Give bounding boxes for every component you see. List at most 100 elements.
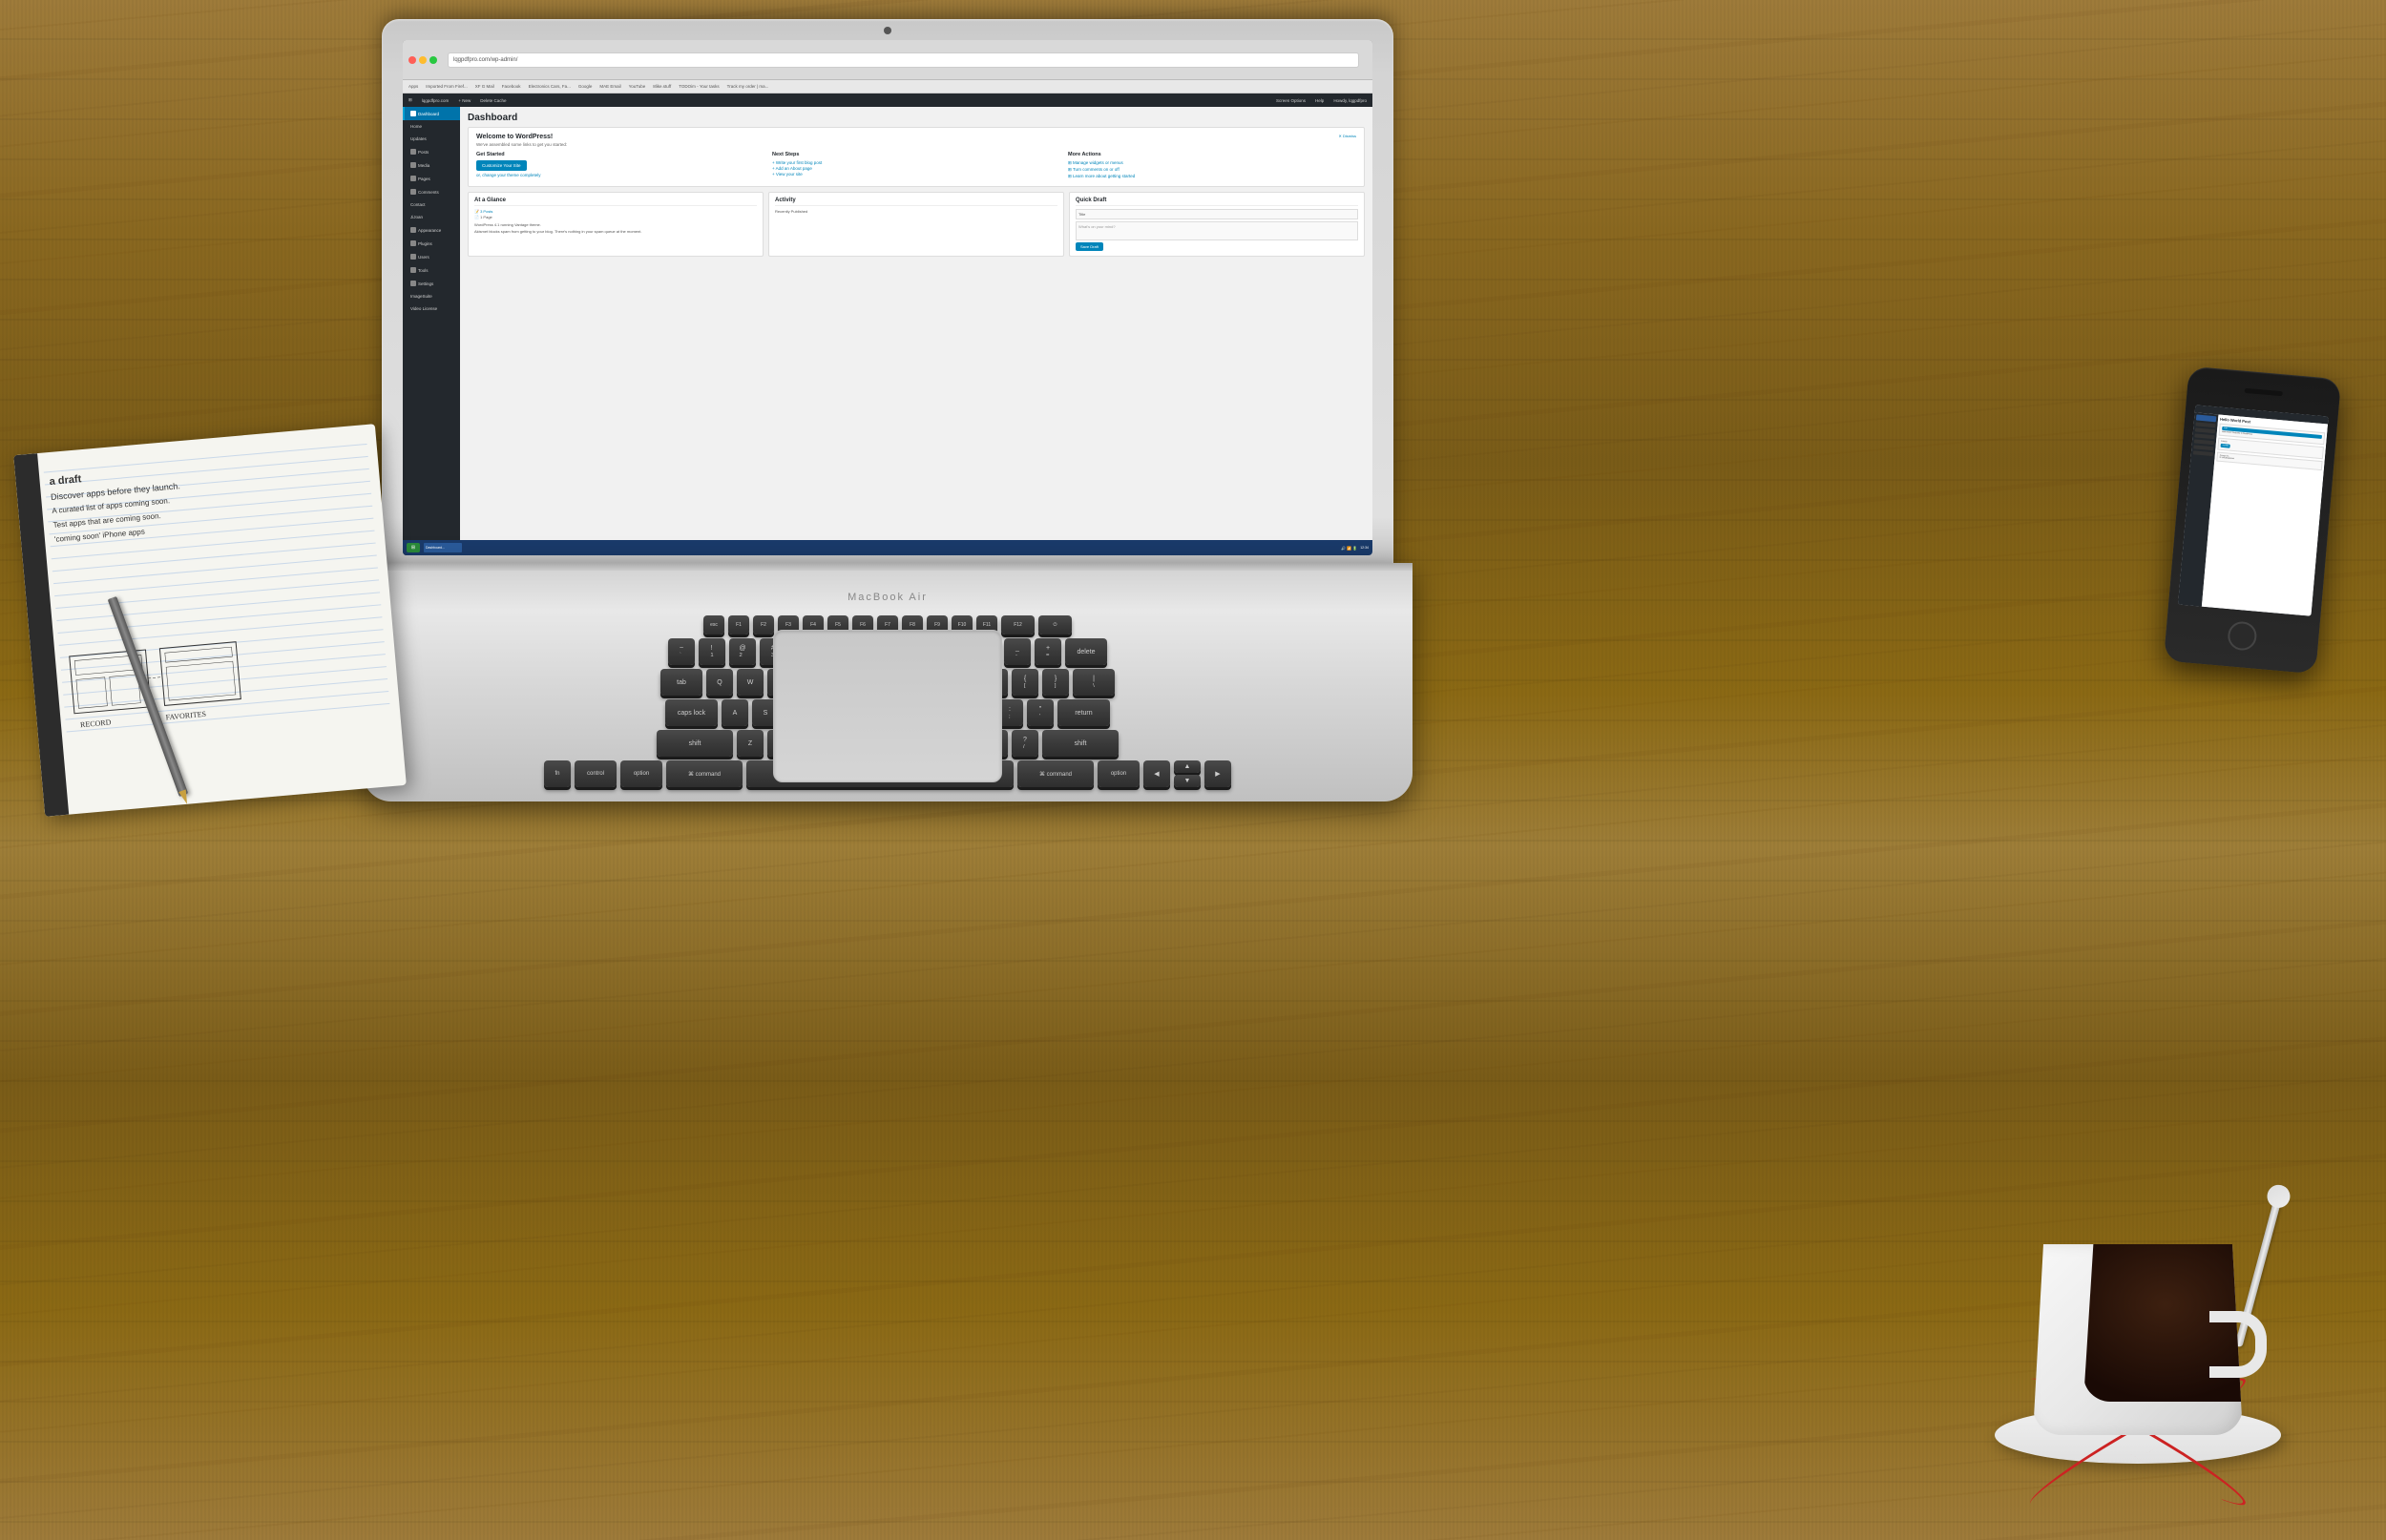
key-tab[interactable]: tab [660,669,702,696]
sidebar-label-dashboard: Dashboard [418,112,439,116]
more-actions-col: More Actions ⊞ Manage widgets or menus ⊞… [1068,152,1356,180]
sidebar-item-pages[interactable]: Pages [403,172,460,185]
bookmark-electronics[interactable]: Electronics Cars, Fa... [527,84,573,89]
key-arrow-left[interactable]: ◀ [1143,760,1170,787]
key-bracket-right[interactable]: }] [1042,669,1069,696]
key-backtick[interactable]: ~` [668,638,695,665]
key-power[interactable]: ⏻ [1038,615,1072,635]
key-option-right[interactable]: option [1098,760,1140,787]
key-w[interactable]: W [737,669,764,696]
change-theme-link[interactable]: or, change your theme completely [476,173,764,177]
key-f12[interactable]: F12 [1001,615,1035,635]
customize-site-button[interactable]: Customize Your Site [476,160,527,171]
sidebar-item-dashboard[interactable]: Dashboard [403,107,460,120]
sidebar-item-contact[interactable]: Contact [403,198,460,211]
key-2[interactable]: @2 [729,638,756,665]
wp-site-name[interactable]: lqgpdfpro.com [420,98,451,103]
key-option-left[interactable]: option [620,760,662,787]
bookmark-8like[interactable]: 8like.stuff [651,84,673,89]
bookmark-youtube[interactable]: YouTube [627,84,648,89]
key-arrow-down[interactable]: ▼ [1174,775,1201,787]
key-f1[interactable]: F1 [728,615,749,635]
wp-howdy[interactable]: Howdy, lqgpdfpro [1331,98,1369,103]
browser-address-bar[interactable]: lqgpdfpro.com/wp-admin/ [448,52,1359,68]
view-site-link[interactable]: + View your site [772,172,1060,177]
wp-new[interactable]: + New [456,98,472,103]
key-minus[interactable]: _- [1004,638,1031,665]
clock: 12:34 [1360,546,1369,550]
key-shift-right[interactable]: shift [1042,730,1119,757]
key-command-right[interactable]: ⌘ command [1017,760,1094,787]
sidebar-label-videolicense: Video License [410,306,437,311]
sidebar-label-plugins: Plugins [418,241,432,246]
manage-widgets-link[interactable]: ⊞ Manage widgets or menus [1068,160,1356,166]
key-arrow-right[interactable]: ▶ [1204,760,1231,787]
add-about-link[interactable]: + Add an About page [772,166,1060,171]
trackpad[interactable] [773,630,1002,782]
write-post-link[interactable]: + Write your first blog post [772,160,1060,165]
key-control[interactable]: control [575,760,617,787]
key-1[interactable]: !1 [699,638,725,665]
browser-close-btn[interactable] [408,56,416,64]
cup-handle [2209,1311,2267,1378]
key-equals[interactable]: += [1035,638,1061,665]
sidebar-item-home[interactable]: Home [403,120,460,133]
iphone-home-button[interactable] [2227,620,2258,652]
key-quote[interactable]: "' [1027,699,1054,726]
theme-info: WordPress 4.1 running Vantage theme. [474,222,757,227]
bookmark-email[interactable]: MAE Email [597,84,622,89]
sidebar-item-media[interactable]: Media [403,158,460,172]
sidebar-item-videolicense[interactable]: Video License [403,302,460,315]
quick-draft-title: Quick Draft [1076,198,1358,206]
draft-content-input[interactable]: What's on your mind? [1076,221,1358,240]
sidebar-item-jijoan[interactable]: JiJoan [403,211,460,223]
bookmark-track[interactable]: Track my order | ma... [725,84,771,89]
browser-minimize-btn[interactable] [419,56,427,64]
key-capslock[interactable]: caps lock [665,699,718,726]
key-f2[interactable]: F2 [753,615,774,635]
sidebar-item-users[interactable]: Users [403,250,460,263]
sidebar-item-updates[interactable]: Updates [403,133,460,145]
key-arrow-up[interactable]: ▲ [1174,760,1201,773]
sidebar-item-appearance[interactable]: Appearance [403,223,460,237]
bookmark-facebook[interactable]: Facebook [500,84,523,89]
wp-delete-cache[interactable]: Delete Cache [478,98,508,103]
bookmark-apps[interactable]: Apps [407,84,420,89]
sidebar-item-comments[interactable]: Comments [403,185,460,198]
sidebar-item-tools[interactable]: Tools [403,263,460,277]
key-command-left[interactable]: ⌘ command [666,760,743,787]
sidebar-item-settings[interactable]: Settings [403,277,460,290]
wp-screen-options[interactable]: Screen Options [1274,98,1308,103]
key-z[interactable]: Z [737,730,764,757]
settings-icon [410,281,416,286]
bookmark-firefox[interactable]: Imported From Firef... [424,84,470,89]
key-q[interactable]: Q [706,669,733,696]
bookmark-gmail[interactable]: XF G Mail [473,84,496,89]
key-delete[interactable]: delete [1065,638,1107,665]
key-a[interactable]: A [722,699,748,726]
key-fn[interactable]: fn [544,760,571,787]
browser-maximize-btn[interactable] [429,56,437,64]
key-return[interactable]: return [1057,699,1110,726]
sidebar-item-posts[interactable]: Posts [403,145,460,158]
key-bracket-left[interactable]: {[ [1012,669,1038,696]
wp-help[interactable]: Help [1313,98,1326,103]
svg-text:FAVORITES: FAVORITES [165,710,206,722]
key-slash[interactable]: ?/ [1012,730,1038,757]
save-draft-button[interactable]: Save Draft [1076,242,1103,251]
comments-toggle-link[interactable]: ⊞ Turn comments on or off [1068,167,1356,173]
sidebar-item-imagesuite[interactable]: ImageSuite [403,290,460,302]
key-backslash[interactable]: |\ [1073,669,1115,696]
key-esc[interactable]: esc [703,615,724,635]
iphone-body: Hello World Post Edit Hello world! Welco… [2164,366,2341,675]
taskbar-browser[interactable]: Dashboard... [424,543,462,552]
sidebar-item-plugins[interactable]: Plugins [403,237,460,250]
learn-more-link[interactable]: ⊞ Learn more about getting started [1068,174,1356,179]
dismiss-button[interactable]: ✕ Dismiss [1339,134,1356,138]
start-button[interactable]: ⊞ [407,543,420,552]
key-shift-left[interactable]: shift [657,730,733,757]
bookmark-google[interactable]: Google [576,84,595,89]
draft-title-input[interactable]: Title [1076,209,1358,219]
wp-logo[interactable]: ⊞ [407,97,414,103]
bookmark-todo[interactable]: TODOim - Your tasks [677,84,721,89]
